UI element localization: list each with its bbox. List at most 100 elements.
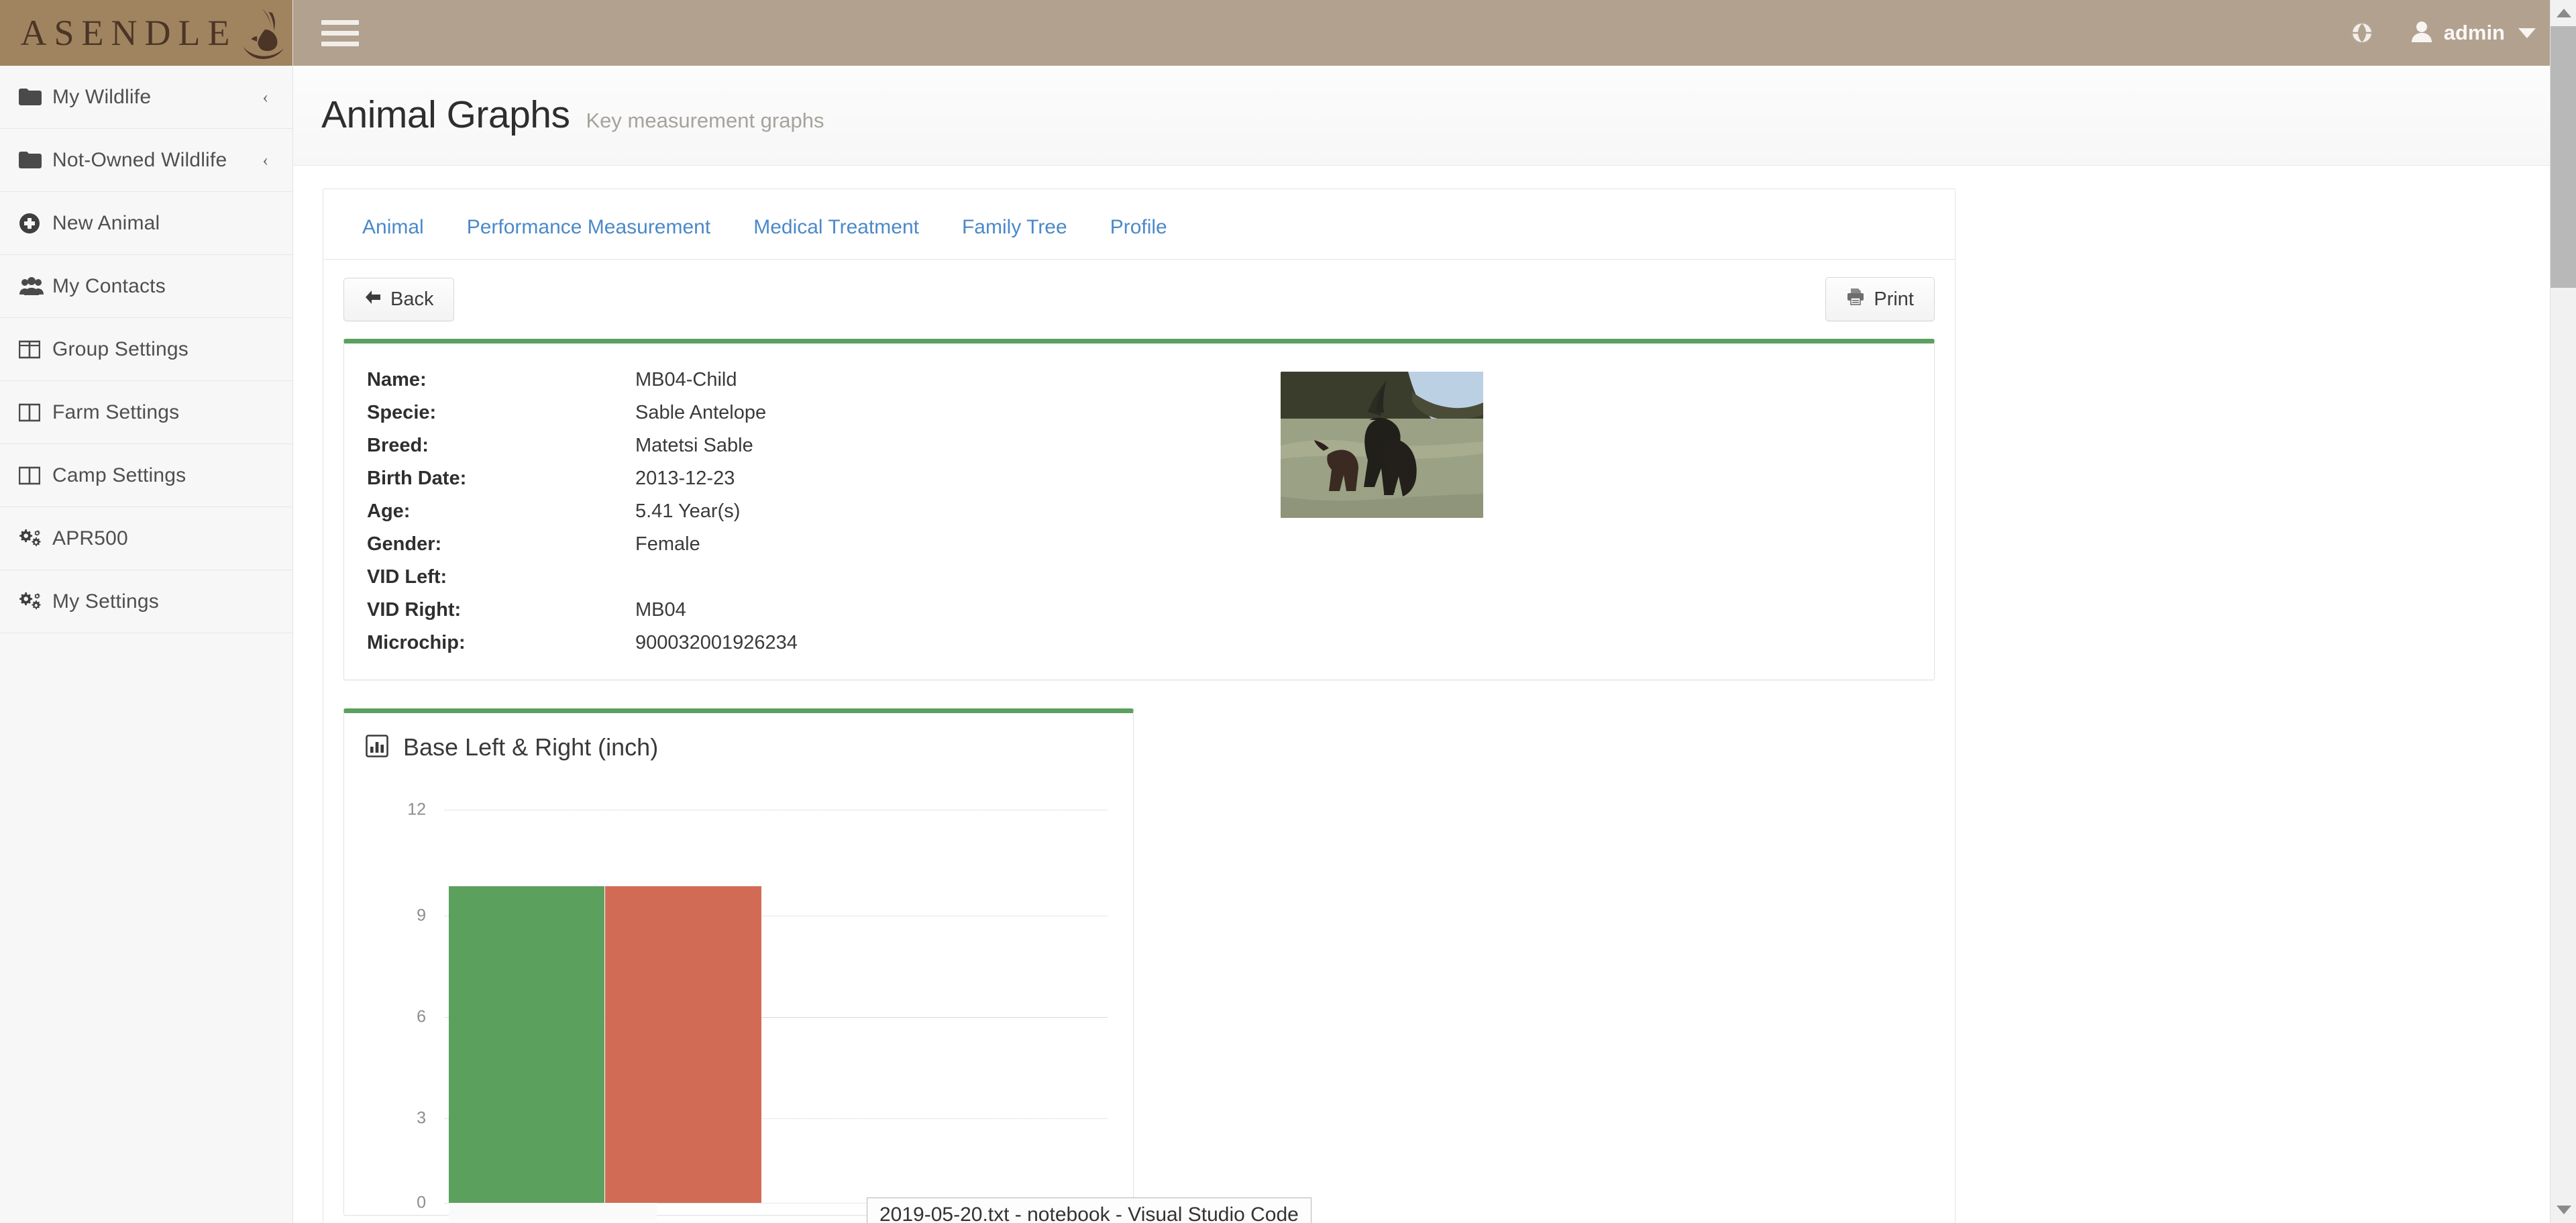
tab-family-tree[interactable]: Family Tree: [941, 207, 1089, 259]
sidebar-item-apr500[interactable]: APR500: [0, 507, 292, 570]
plus-circle-icon: [19, 213, 52, 234]
y-tick-label: 3: [351, 1109, 426, 1128]
sidebar-item-not-owned-wildlife[interactable]: Not-Owned Wildlife ‹: [0, 129, 292, 192]
scrollbar-thumb[interactable]: [2551, 26, 2576, 288]
y-tick-label: 9: [351, 906, 426, 925]
info-key: Microchip:: [367, 627, 635, 659]
scroll-up-arrow-icon[interactable]: [2551, 0, 2576, 26]
sidebar-item-label: APR500: [52, 527, 128, 550]
sidebar-item-group-settings[interactable]: Group Settings: [0, 318, 292, 381]
action-toolbar: Back Print: [323, 260, 1955, 339]
page-scrollbar[interactable]: [2550, 0, 2576, 1223]
animal-info-table: Name: MB04-Child Specie: Sable Antelope …: [367, 364, 798, 659]
page-title: Animal Graphs: [321, 93, 570, 137]
table-row: Age: 5.41 Year(s): [367, 495, 798, 528]
info-value: 2013-12-23: [635, 462, 798, 495]
folder-icon: [19, 151, 52, 170]
topbar-right-group: admin: [2350, 20, 2536, 46]
sidebar-item-camp-settings[interactable]: Camp Settings: [0, 444, 292, 507]
taskbar-window-tooltip: 2019-05-20.txt - notebook - Visual Studi…: [867, 1198, 1311, 1223]
info-value: MB04: [635, 594, 798, 627]
brand-logo[interactable]: ASENDLE: [0, 0, 292, 66]
chevron-down-icon: [2518, 28, 2536, 38]
sidebar-item-label: My Wildlife: [52, 86, 151, 109]
chart-header: Base Left & Right (inch): [344, 713, 1133, 768]
tab-profile[interactable]: Profile: [1089, 207, 1189, 259]
info-key: VID Right:: [367, 594, 635, 627]
info-key: Breed:: [367, 429, 635, 462]
info-value: [635, 561, 798, 594]
table-row: Birth Date: 2013-12-23: [367, 462, 798, 495]
animal-photo[interactable]: [1281, 372, 1483, 518]
chart-bars: 2016-06-15: [449, 780, 1108, 1203]
printer-icon: [1846, 288, 1865, 311]
user-icon: [2410, 20, 2433, 46]
scroll-down-arrow-icon[interactable]: [2551, 1197, 2576, 1223]
sidebar-item-label: Camp Settings: [52, 464, 186, 487]
chart-plot-area: 12 9 6 3 0: [351, 780, 1126, 1203]
y-tick-label: 0: [351, 1193, 426, 1213]
sidebar: ASENDLE My Wildlife ‹ Not-Ow: [0, 0, 293, 1223]
info-value: Sable Antelope: [635, 396, 798, 429]
tab-performance-measurement[interactable]: Performance Measurement: [445, 207, 733, 259]
globe-icon[interactable]: [2350, 21, 2374, 45]
hamburger-icon[interactable]: [321, 20, 359, 46]
bar-left[interactable]: [449, 886, 604, 1204]
sidebar-item-new-animal[interactable]: New Animal: [0, 192, 292, 255]
info-key: VID Left:: [367, 561, 635, 594]
page-subtitle: Key measurement graphs: [586, 109, 824, 133]
content-panel: Animal Performance Measurement Medical T…: [323, 189, 1955, 1223]
page-header: Animal Graphs Key measurement graphs: [293, 66, 2576, 166]
info-value: MB04-Child: [635, 364, 798, 396]
table-row: Name: MB04-Child: [367, 364, 798, 396]
info-key: Name:: [367, 364, 635, 396]
info-value: 900032001926234: [635, 627, 798, 659]
chart-card-base: Base Left & Right (inch) 12 9 6: [343, 708, 1134, 1216]
user-name-label: admin: [2444, 21, 2505, 45]
page-content: Animal Performance Measurement Medical T…: [293, 166, 2576, 1223]
print-button[interactable]: Print: [1825, 277, 1935, 321]
animal-info-card: Name: MB04-Child Specie: Sable Antelope …: [343, 339, 1935, 680]
sidebar-item-label: My Contacts: [52, 275, 166, 298]
chart-title: Base Left & Right (inch): [403, 733, 658, 761]
x-axis-label: 2016-06-15: [561, 1220, 650, 1223]
cogs-icon: [19, 529, 52, 549]
brand-name: ASENDLE: [2, 12, 237, 54]
back-button-label: Back: [390, 288, 433, 311]
tab-animal[interactable]: Animal: [341, 207, 445, 259]
tab-bar: Animal Performance Measurement Medical T…: [323, 189, 1955, 260]
chevron-left-icon: ‹: [262, 150, 268, 170]
arrow-left-icon: [364, 288, 382, 311]
sidebar-item-my-settings[interactable]: My Settings: [0, 570, 292, 633]
sidebar-nav: My Wildlife ‹ Not-Owned Wildlife ‹ New A…: [0, 66, 292, 633]
table-row: Breed: Matetsi Sable: [367, 429, 798, 462]
table-row: VID Left:: [367, 561, 798, 594]
y-tick-label: 12: [351, 800, 426, 820]
info-key: Age:: [367, 495, 635, 528]
users-icon: [19, 277, 52, 296]
sidebar-item-my-wildlife[interactable]: My Wildlife ‹: [0, 66, 292, 129]
user-menu[interactable]: admin: [2410, 20, 2536, 46]
sidebar-item-my-contacts[interactable]: My Contacts: [0, 255, 292, 318]
back-button[interactable]: Back: [343, 278, 454, 321]
info-key: Specie:: [367, 396, 635, 429]
sidebar-item-label: New Animal: [52, 212, 160, 235]
sidebar-item-farm-settings[interactable]: Farm Settings: [0, 381, 292, 444]
folder-icon: [19, 88, 52, 107]
sidebar-item-label: Farm Settings: [52, 401, 179, 424]
tab-medical-treatment[interactable]: Medical Treatment: [732, 207, 941, 259]
info-value: Female: [635, 528, 798, 561]
info-key: Gender:: [367, 528, 635, 561]
columns-icon: [19, 466, 52, 485]
sidebar-item-label: Group Settings: [52, 338, 189, 361]
info-value: Matetsi Sable: [635, 429, 798, 462]
charts-grid: Base Left & Right (inch) 12 9 6: [343, 708, 1935, 1223]
application-root: ASENDLE My Wildlife ‹ Not-Ow: [0, 0, 2576, 1223]
bar-right[interactable]: [605, 886, 761, 1204]
table-row: Microchip: 900032001926234: [367, 627, 798, 659]
antelope-head-icon: [233, 4, 290, 62]
cogs-icon: [19, 592, 52, 612]
top-navbar: admin: [293, 0, 2576, 66]
info-key: Birth Date:: [367, 462, 635, 495]
table-row: Gender: Female: [367, 528, 798, 561]
